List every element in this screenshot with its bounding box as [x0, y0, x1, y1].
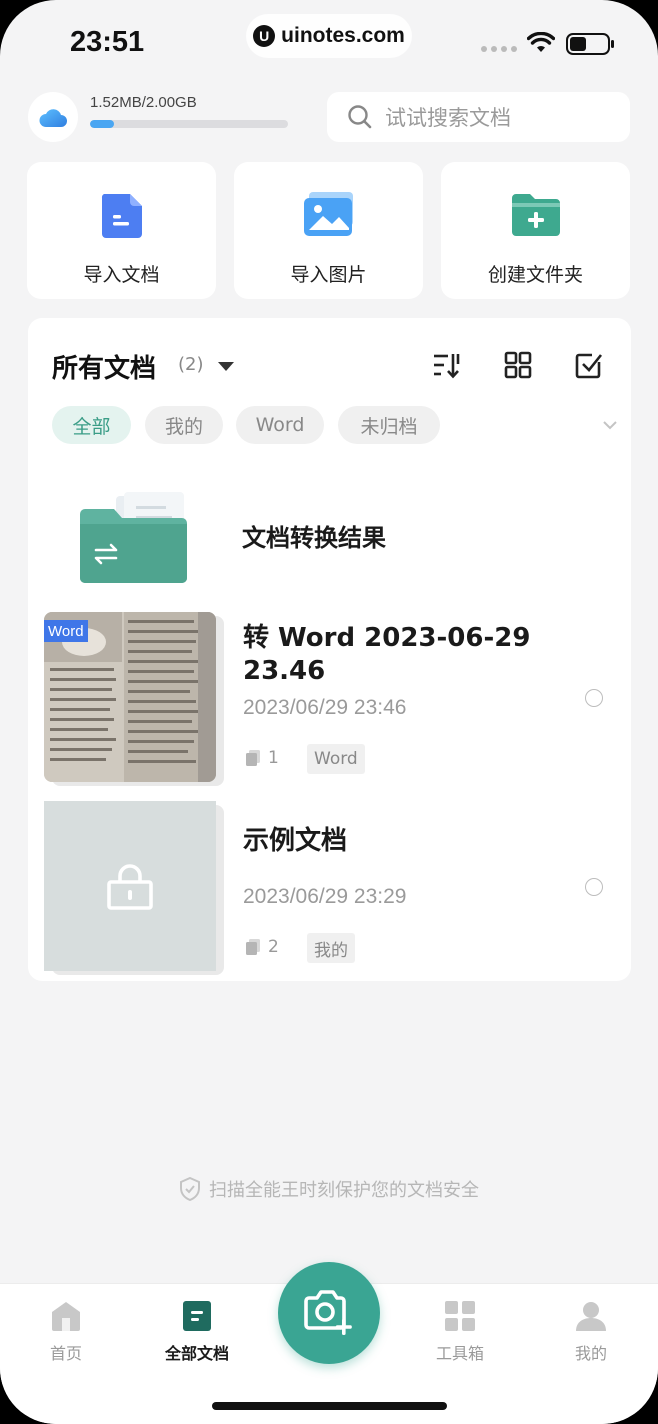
nav-all-documents-label: 全部文档	[164, 1344, 229, 1363]
nav-toolbox-label: 工具箱	[435, 1344, 484, 1363]
document-row[interactable]: 示例文档 2023/06/29 23:29 2 我的	[28, 801, 631, 975]
storage-progress-bar	[90, 120, 288, 128]
page-count: 1	[246, 748, 279, 768]
nav-profile-label: 我的	[574, 1344, 607, 1363]
nav-toolbox[interactable]: 工具箱	[410, 1300, 510, 1364]
page-count: 2	[246, 937, 279, 957]
filter-chip-unfiled[interactable]: 未归档	[338, 406, 440, 444]
nav-home-label: 首页	[49, 1344, 82, 1363]
lock-icon	[107, 864, 153, 910]
search-icon	[348, 105, 372, 129]
chevron-down-icon[interactable]	[602, 420, 618, 430]
sort-icon[interactable]	[432, 350, 462, 380]
document-date: 2023/06/29 23:46	[243, 696, 407, 719]
all-documents-icon	[183, 1301, 211, 1331]
wifi-icon	[527, 32, 555, 52]
app-screen: 23:51 U uinotes.com 1.52MB/2.00GB 试试搜索文档…	[0, 0, 658, 1424]
word-badge: Word	[44, 620, 88, 642]
document-title: 示例文档	[243, 826, 348, 856]
multi-select-icon[interactable]	[574, 350, 604, 380]
documents-title: 所有文档	[52, 354, 157, 384]
page-count-value: 2	[268, 937, 279, 957]
home-icon	[52, 1302, 80, 1331]
import-image-button[interactable]: 导入图片	[234, 162, 423, 299]
storage-indicator[interactable]: 1.52MB/2.00GB	[28, 92, 318, 144]
nav-home[interactable]: 首页	[16, 1300, 116, 1364]
status-bar: 23:51 U uinotes.com	[0, 0, 658, 80]
filter-chip-all[interactable]: 全部	[52, 406, 131, 444]
page-count-value: 1	[268, 748, 279, 768]
import-document-button[interactable]: 导入文档	[27, 162, 216, 299]
import-document-icon	[98, 188, 146, 240]
documents-count: (2)	[178, 354, 204, 375]
folder-row[interactable]: 文档转换结果	[28, 488, 631, 598]
create-folder-label: 创建文件夹	[487, 264, 583, 286]
cloud-icon	[28, 92, 78, 142]
status-time: 23:51	[70, 26, 145, 58]
watermark-text: uinotes.com	[281, 24, 405, 47]
shield-icon	[180, 1177, 200, 1201]
document-tag: Word	[307, 744, 365, 774]
select-radio[interactable]	[585, 878, 603, 896]
storage-usage-text: 1.52MB/2.00GB	[90, 94, 197, 111]
filter-chip-word[interactable]: Word	[236, 406, 324, 444]
search-input[interactable]: 试试搜索文档	[327, 92, 630, 142]
nav-profile[interactable]: 我的	[541, 1300, 641, 1364]
pages-icon	[246, 750, 260, 766]
security-note-text: 扫描全能王时刻保护您的文档安全	[209, 1180, 479, 1201]
import-document-label: 导入文档	[83, 264, 160, 286]
filter-chip-mine[interactable]: 我的	[145, 406, 223, 444]
document-row[interactable]: Word 转 Word 2023-06-29 23.46 2023/06/29 …	[28, 612, 631, 786]
caret-down-icon[interactable]	[218, 362, 234, 371]
battery-icon	[566, 33, 614, 55]
pages-icon	[246, 939, 260, 955]
storage-progress-fill	[90, 120, 114, 128]
document-date: 2023/06/29 23:29	[243, 885, 407, 908]
watermark-logo-icon: U	[253, 25, 276, 47]
document-tag: 我的	[307, 933, 355, 963]
toolbox-icon	[445, 1301, 475, 1331]
folder-name: 文档转换结果	[242, 524, 386, 552]
home-indicator	[212, 1402, 447, 1410]
select-radio[interactable]	[585, 689, 603, 707]
search-placeholder: 试试搜索文档	[385, 106, 511, 130]
nav-all-documents[interactable]: 全部文档	[147, 1300, 247, 1364]
create-folder-icon	[510, 188, 562, 240]
profile-icon	[576, 1302, 606, 1331]
conversion-folder-icon	[80, 492, 187, 583]
camera-add-icon	[304, 1290, 352, 1335]
watermark: U uinotes.com	[246, 14, 412, 58]
import-image-icon	[301, 188, 357, 240]
document-thumbnail	[44, 801, 216, 971]
documents-panel: 所有文档 (2) 全部 我的 Word 未归档 文档转换结果 Word 转 Wo…	[28, 318, 631, 981]
grid-view-icon[interactable]	[503, 350, 533, 380]
document-title: 转 Word 2023-06-29 23.46	[243, 623, 531, 686]
scan-camera-button[interactable]	[278, 1262, 380, 1364]
security-note: 扫描全能王时刻保护您的文档安全	[0, 1176, 658, 1202]
signal-icon	[481, 46, 517, 52]
create-folder-button[interactable]: 创建文件夹	[441, 162, 630, 299]
import-image-label: 导入图片	[290, 264, 367, 286]
document-thumbnail: Word	[44, 612, 216, 782]
